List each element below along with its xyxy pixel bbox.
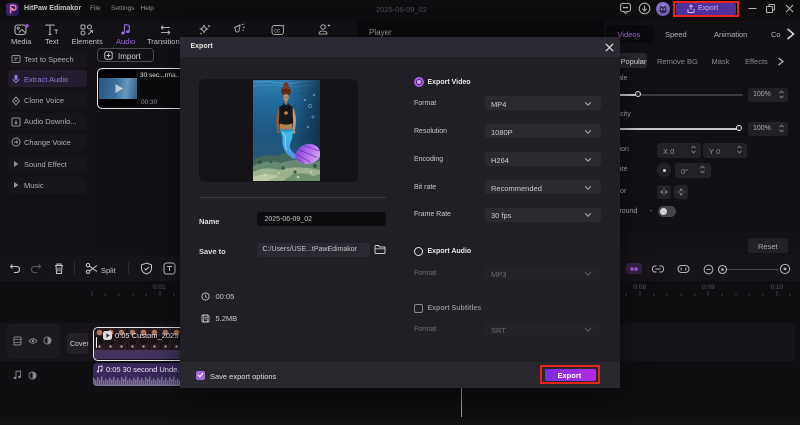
svg-text:cc: cc bbox=[274, 29, 280, 35]
